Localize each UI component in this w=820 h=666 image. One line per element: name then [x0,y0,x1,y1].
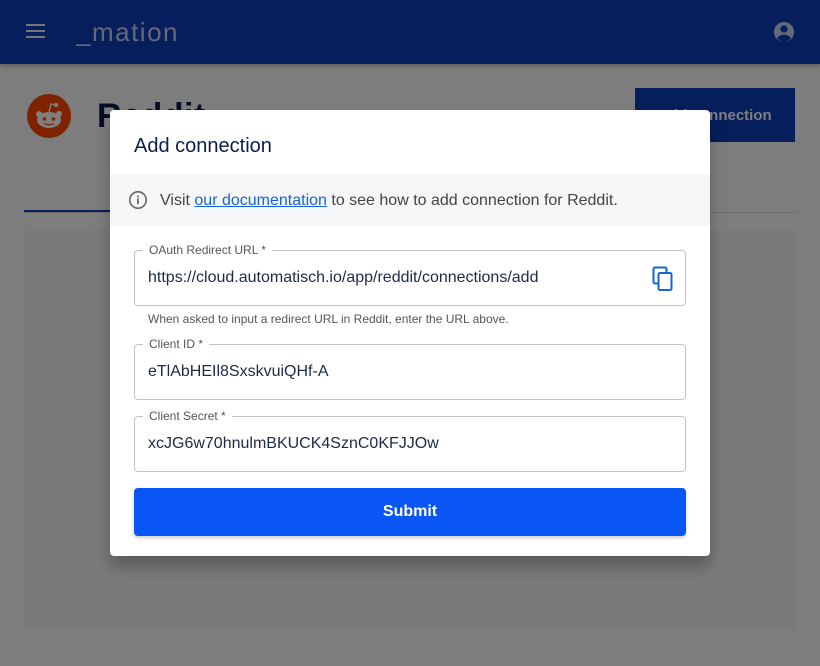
redirect-url-value[interactable]: https://cloud.automatisch.io/app/reddit/… [148,267,538,289]
info-circle-icon [129,191,147,209]
documentation-link[interactable]: our documentation [194,192,327,209]
add-connection-dialog: Add connection Visit our documentation t… [110,110,710,556]
info-suffix: to see how to add connection for Reddit. [326,192,618,209]
submit-button[interactable]: Submit [134,488,686,536]
copy-icon[interactable] [652,266,674,292]
redirect-url-helper: When asked to input a redirect URL in Re… [148,312,509,326]
info-text: Visit our documentation to see how to ad… [160,191,618,211]
client-id-label: Client ID * [143,337,210,351]
info-prefix: Visit [160,192,195,209]
client-secret-input[interactable] [148,433,668,455]
dialog-title: Add connection [134,135,272,157]
client-id-field: Client ID * [134,337,686,400]
redirect-url-field: OAuth Redirect URL * https://cloud.autom… [134,243,686,306]
info-alert: Visit our documentation to see how to ad… [110,174,710,226]
client-secret-field: Client Secret * [134,409,686,472]
redirect-url-label: OAuth Redirect URL * [143,243,272,257]
client-secret-label: Client Secret * [143,409,232,423]
client-id-input[interactable] [148,361,668,383]
